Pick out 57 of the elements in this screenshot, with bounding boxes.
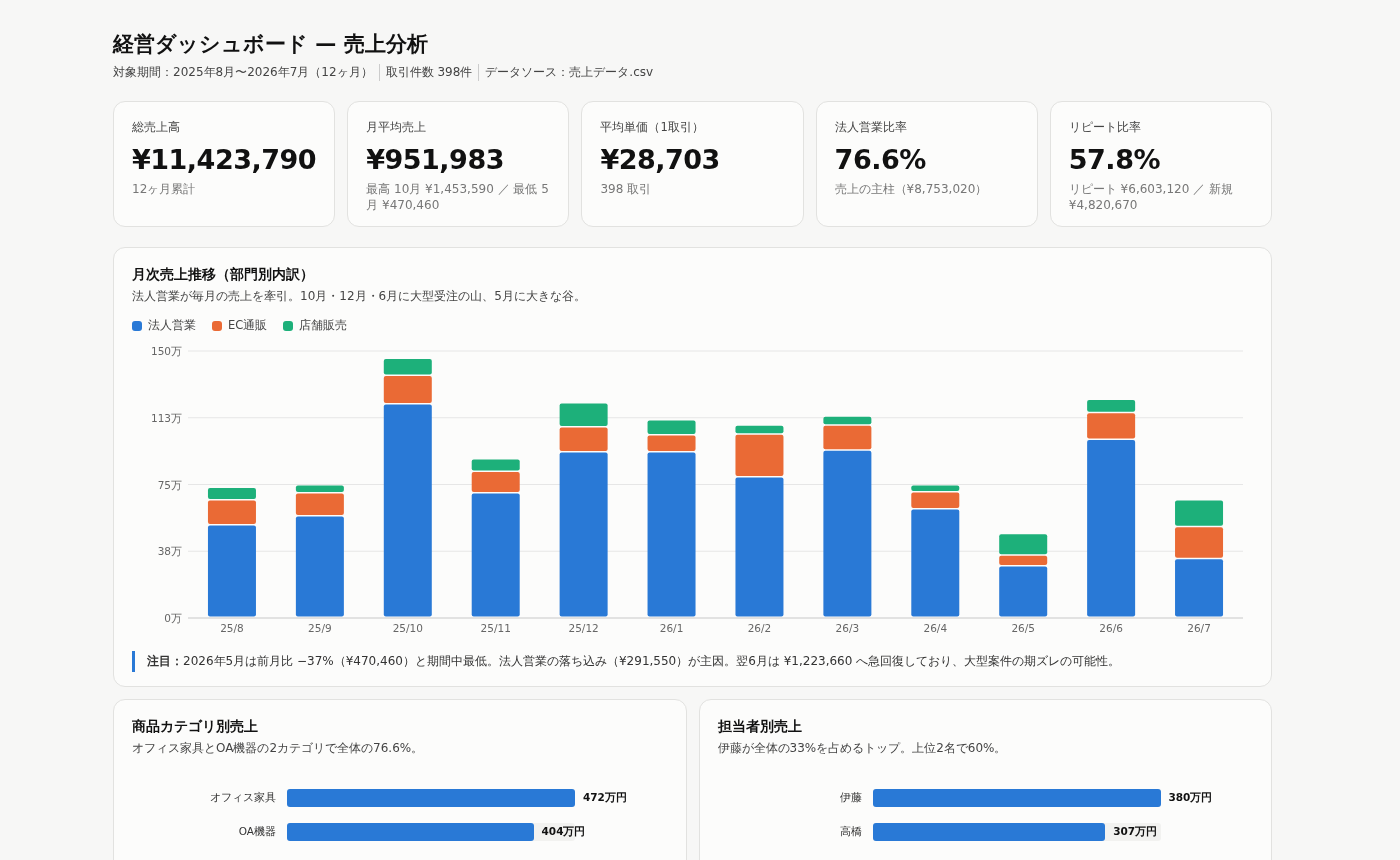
kpi-value: 57.8%	[1068, 144, 1161, 175]
legend-label: 店舗販売	[299, 318, 348, 333]
kpi-note: 最高 10月 ¥1,453,590 ／ 最低 5月 ¥470,460	[366, 181, 550, 213]
kpi-note: 売上の主柱（¥8,753,020）	[834, 181, 989, 197]
legend-label: EC通販	[228, 318, 268, 333]
axis-category-label: 26/2	[747, 622, 772, 634]
header-meta: 取引件数 398件	[378, 64, 479, 81]
axis-category-label: 25/10	[392, 622, 423, 634]
axis-category-label: 26/6	[1099, 622, 1123, 634]
panel-subtitle: 伊藤が全体の33%を占めるトップ。上位2名で60%。	[717, 740, 1008, 757]
kpi-value: 76.6%	[834, 144, 927, 175]
kpi-label: リピート比率	[1068, 120, 1142, 135]
kpi-label: 総売上高	[132, 120, 181, 135]
bar-value: 380万円	[1168, 791, 1213, 805]
axis-tick-label: 0万	[164, 612, 182, 624]
bar-label: 伊藤	[838, 791, 863, 805]
bar-value: 404万円	[541, 825, 586, 839]
bar-segment	[647, 420, 696, 435]
bar-label: OA機器	[237, 825, 277, 839]
kpi-value: ¥951,983	[366, 144, 505, 175]
kpi-value: ¥11,423,790	[132, 144, 317, 175]
bar-value: 472万円	[583, 791, 627, 805]
axis-category-label: 25/8	[220, 622, 244, 634]
kpi-label: 平均単価（1取引）	[600, 120, 705, 135]
panel-title: 担当者別売上	[717, 718, 803, 736]
panel-subtitle: 法人営業が毎月の売上を牽引。10月・12月・6月に大型受注の山、5月に大きな谷。	[132, 288, 587, 305]
axis-tick-label: 150万	[150, 345, 182, 357]
axis-tick-label: 38万	[157, 545, 182, 558]
kpi-note: 398 取引	[600, 181, 653, 197]
header-meta: 対象期間：2025年8月〜2026年7月（12ヶ月）	[113, 64, 374, 81]
axis-category-label: 25/11	[480, 622, 511, 634]
axis-category-label: 25/9	[308, 622, 332, 634]
axis-tick-label: 75万	[157, 478, 182, 491]
note-callout: 注目：2026年5月は前月比 −37%（¥470,460）と期間中最低。法人営業の落ち込み（¥291,550）が主因。翌6月は ¥1,223,660 へ急回復しており、大型案件の期ズレの可能性。	[132, 651, 1253, 672]
header-meta: データソース：売上データ.csv	[478, 64, 660, 81]
kpi-note: 12ヶ月累計	[132, 181, 197, 197]
axis-category-label: 26/5	[1011, 622, 1035, 634]
kpi-note: リピート ¥6,603,120 ／ 新規 ¥4,820,670	[1068, 181, 1234, 213]
axis-category-label: 26/4	[923, 622, 948, 634]
axis-category-label: 26/3	[835, 622, 860, 634]
bar-value: 307万円	[1113, 825, 1158, 839]
panel-subtitle: オフィス家具とOA機器の2カテゴリで全体の76.6%。	[132, 740, 425, 757]
dashboard-title: 経営ダッシュボード — 売上分析	[113, 31, 429, 58]
kpi-label: 月平均売上	[366, 120, 428, 135]
kpi-label: 法人営業比率	[834, 120, 908, 135]
bar-segment	[559, 403, 608, 427]
axis-category-label: 25/12	[568, 622, 599, 634]
bar-label: オフィス家具	[209, 791, 277, 805]
panel-title: 月次売上推移（部門別内訳）	[132, 266, 315, 284]
legend-label: 法人営業	[148, 318, 196, 333]
bar-segment	[1175, 500, 1224, 526]
axis-category-label: 26/7	[1187, 622, 1211, 634]
bar-label: 高橋	[838, 825, 863, 839]
axis-tick-label: 113万	[150, 411, 182, 424]
kpi-value: ¥28,703	[600, 144, 721, 175]
axis-category-label: 26/1	[659, 622, 684, 634]
panel-title: 商品カテゴリ別売上	[132, 718, 259, 736]
